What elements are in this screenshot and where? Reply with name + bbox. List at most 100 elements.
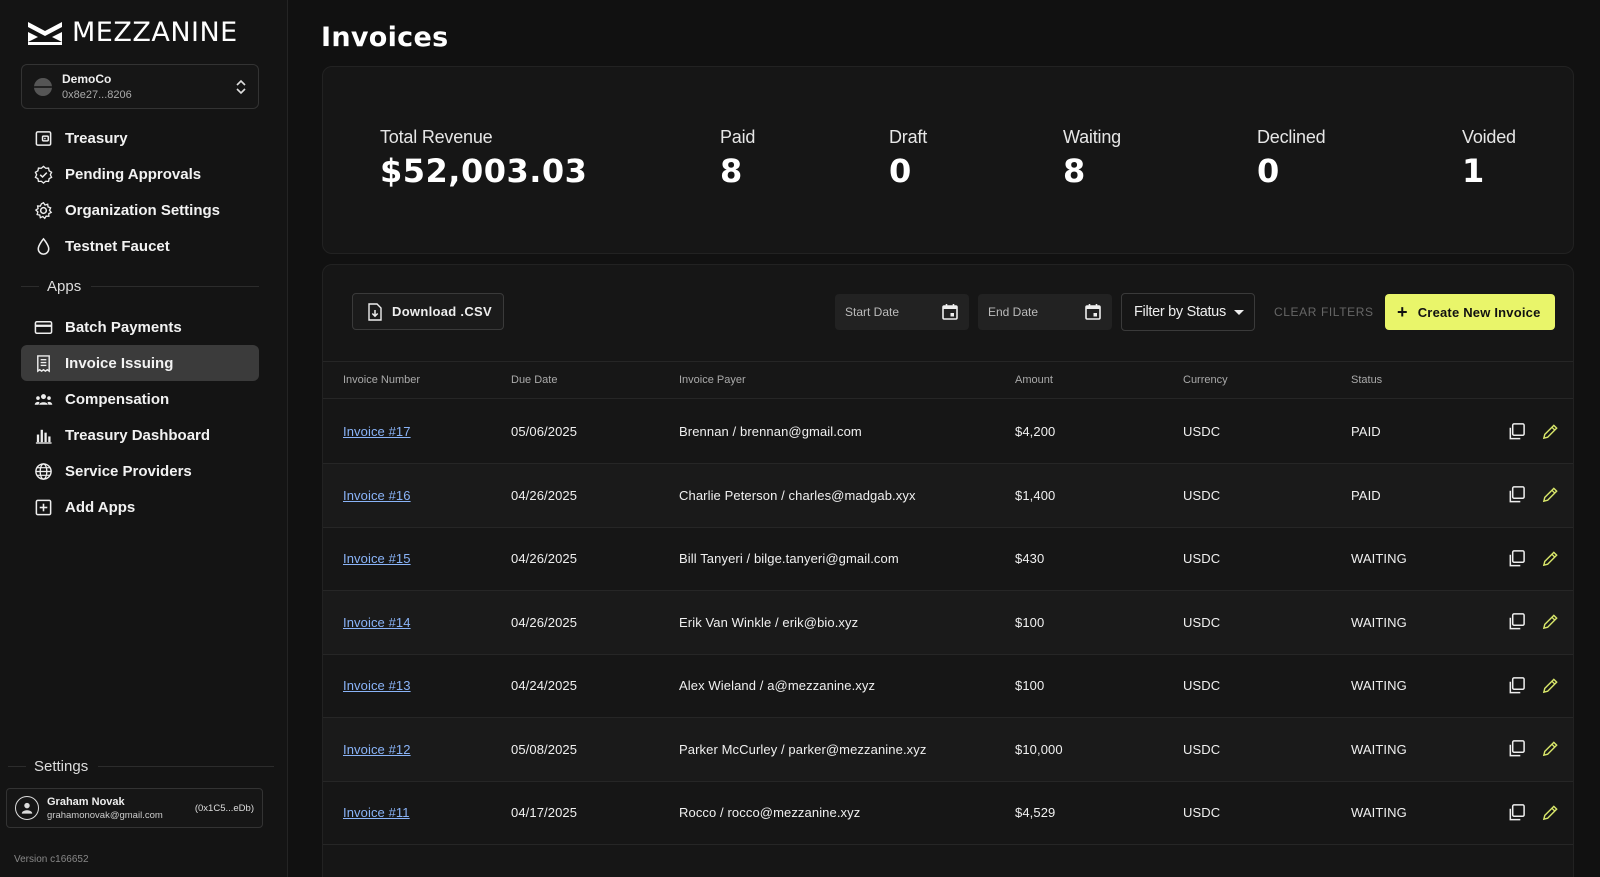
nav-item-label: Invoice Issuing bbox=[65, 354, 174, 372]
nav-item-testnet-faucet[interactable]: Testnet Faucet bbox=[21, 228, 259, 264]
column-header[interactable]: Status bbox=[1351, 374, 1382, 386]
invoice-number-link[interactable]: Invoice #15 bbox=[343, 551, 411, 566]
calendar-icon[interactable] bbox=[941, 303, 959, 321]
edit-pencil-icon[interactable] bbox=[1539, 547, 1561, 569]
due-date: 05/06/2025 bbox=[511, 424, 578, 439]
stat-value: 0 bbox=[889, 152, 912, 190]
duplicate-icon[interactable] bbox=[1505, 484, 1527, 506]
nav-item-label: Batch Payments bbox=[65, 318, 182, 336]
amount: $430 bbox=[1015, 551, 1045, 566]
invoice-number-link[interactable]: Invoice #12 bbox=[343, 742, 411, 757]
settings-section-heading[interactable]: Settings bbox=[8, 758, 274, 775]
stat-label: Voided bbox=[1462, 127, 1516, 147]
table-row: Invoice #17 05/06/2025 Brennan / brennan… bbox=[323, 400, 1573, 464]
stat-total-revenue: Total Revenue $52,003.03 bbox=[380, 127, 587, 190]
nav-item-add-apps[interactable]: Add Apps bbox=[21, 489, 259, 525]
column-header[interactable]: Currency bbox=[1183, 374, 1228, 386]
stat-waiting: Waiting 8 bbox=[1063, 127, 1121, 190]
edit-pencil-icon[interactable] bbox=[1539, 674, 1561, 696]
invoice-number-link[interactable]: Invoice #16 bbox=[343, 488, 411, 503]
due-date: 04/24/2025 bbox=[511, 678, 578, 693]
duplicate-icon[interactable] bbox=[1505, 611, 1527, 633]
download-csv-label: Download .CSV bbox=[392, 304, 492, 319]
table-row: Invoice #12 05/08/2025 Parker McCurley /… bbox=[323, 717, 1573, 782]
column-header[interactable]: Invoice Number bbox=[343, 374, 420, 386]
nav-item-treasury[interactable]: Treasury bbox=[21, 120, 259, 156]
nav-item-treasury-dashboard[interactable]: Treasury Dashboard bbox=[21, 417, 259, 453]
column-header[interactable]: Amount bbox=[1015, 374, 1053, 386]
user-account-card[interactable]: Graham Novak grahamonovak@gmail.com (0x1… bbox=[6, 788, 263, 828]
column-header[interactable]: Due Date bbox=[511, 374, 557, 386]
stat-value: $52,003.03 bbox=[380, 152, 588, 190]
invoice-payer: Alex Wieland / a@mezzanine.xyz bbox=[679, 678, 876, 693]
globe-icon bbox=[33, 461, 53, 481]
create-invoice-button[interactable]: + Create New Invoice bbox=[1385, 294, 1555, 330]
status: WAITING bbox=[1351, 741, 1407, 757]
edit-pencil-icon[interactable] bbox=[1539, 484, 1561, 506]
amount: $100 bbox=[1015, 614, 1045, 630]
nav-item-pending-approvals[interactable]: Pending Approvals bbox=[21, 156, 259, 192]
edit-pencil-icon[interactable] bbox=[1539, 738, 1561, 760]
nav-item-label: Service Providers bbox=[65, 462, 192, 480]
status: WAITING bbox=[1351, 805, 1407, 820]
page-title: Invoices bbox=[321, 22, 449, 53]
due-date: 05/08/2025 bbox=[511, 741, 578, 757]
amount: $4,200 bbox=[1015, 424, 1056, 439]
stat-voided: Voided 1 bbox=[1462, 127, 1516, 190]
apps-heading: Apps bbox=[47, 278, 82, 295]
settings-heading: Settings bbox=[34, 758, 89, 775]
status-filter-select[interactable]: Filter by Status bbox=[1121, 293, 1255, 331]
duplicate-icon[interactable] bbox=[1505, 801, 1527, 823]
calendar-icon[interactable] bbox=[1084, 303, 1102, 321]
invoice-number-link[interactable]: Invoice #17 bbox=[343, 424, 411, 439]
edit-pencil-icon[interactable] bbox=[1539, 801, 1561, 823]
due-date: 04/17/2025 bbox=[511, 805, 578, 820]
stat-value: 1 bbox=[1462, 152, 1485, 190]
status-filter-label: Filter by Status bbox=[1134, 304, 1226, 320]
column-header[interactable]: Invoice Payer bbox=[679, 374, 746, 386]
invoice-number-link[interactable]: Invoice #13 bbox=[343, 678, 411, 693]
due-date: 04/26/2025 bbox=[511, 487, 578, 503]
duplicate-icon[interactable] bbox=[1505, 420, 1527, 442]
invoice-stats-card: Total Revenue $52,003.03 Paid 8 Draft 0 … bbox=[322, 66, 1574, 254]
edit-pencil-icon[interactable] bbox=[1539, 611, 1561, 633]
brand-logo[interactable]: MEZZANINE bbox=[26, 17, 238, 48]
invoice-number-link[interactable]: Invoice #11 bbox=[343, 805, 410, 820]
nav-item-batch-payments[interactable]: Batch Payments bbox=[21, 309, 259, 345]
nav-item-label: Add Apps bbox=[65, 498, 136, 516]
nav-item-label: Organization Settings bbox=[65, 201, 221, 219]
invoice-payer: Bill Tanyeri / bilge.tanyeri@gmail.com bbox=[679, 551, 899, 566]
edit-pencil-icon[interactable] bbox=[1539, 420, 1561, 442]
download-csv-button[interactable]: Download .CSV bbox=[352, 293, 504, 330]
currency: USDC bbox=[1183, 551, 1221, 566]
start-date-input[interactable]: Start Date bbox=[835, 294, 969, 330]
gear-icon bbox=[33, 200, 53, 220]
create-invoice-label: Create New Invoice bbox=[1417, 304, 1541, 320]
nav-item-label: Pending Approvals bbox=[65, 165, 202, 183]
app-version: Version c166652 bbox=[14, 854, 89, 865]
org-switcher[interactable]: DemoCo 0x8e27...8206 bbox=[21, 64, 259, 109]
amount: $10,000 bbox=[1015, 741, 1063, 757]
end-date-input[interactable]: End Date bbox=[978, 294, 1112, 330]
nav-item-invoice-issuing[interactable]: Invoice Issuing bbox=[21, 345, 259, 381]
duplicate-icon[interactable] bbox=[1505, 674, 1527, 696]
clear-filters-button[interactable]: CLEAR FILTERS bbox=[1274, 305, 1374, 319]
receipt-icon bbox=[33, 353, 53, 373]
amount: $4,529 bbox=[1015, 805, 1056, 820]
invoice-number-link[interactable]: Invoice #14 bbox=[343, 615, 411, 630]
stat-label: Declined bbox=[1257, 127, 1326, 147]
status: PAID bbox=[1351, 424, 1381, 439]
duplicate-icon[interactable] bbox=[1505, 738, 1527, 760]
nav-item-organization-settings[interactable]: Organization Settings bbox=[21, 192, 259, 228]
nav-item-service-providers[interactable]: Service Providers bbox=[21, 453, 259, 489]
nav-item-compensation[interactable]: Compensation bbox=[21, 381, 259, 417]
apps-nav: Batch Payments Invoice Issuing Compensat… bbox=[21, 309, 259, 525]
start-date-placeholder: Start Date bbox=[845, 305, 900, 319]
end-date-placeholder: End Date bbox=[988, 305, 1039, 319]
duplicate-icon[interactable] bbox=[1505, 547, 1527, 569]
stat-declined: Declined 0 bbox=[1257, 127, 1326, 190]
wallet-icon bbox=[33, 128, 53, 148]
nav-item-label: Testnet Faucet bbox=[65, 237, 170, 255]
org-name: DemoCo bbox=[62, 72, 112, 86]
status: WAITING bbox=[1351, 551, 1407, 566]
